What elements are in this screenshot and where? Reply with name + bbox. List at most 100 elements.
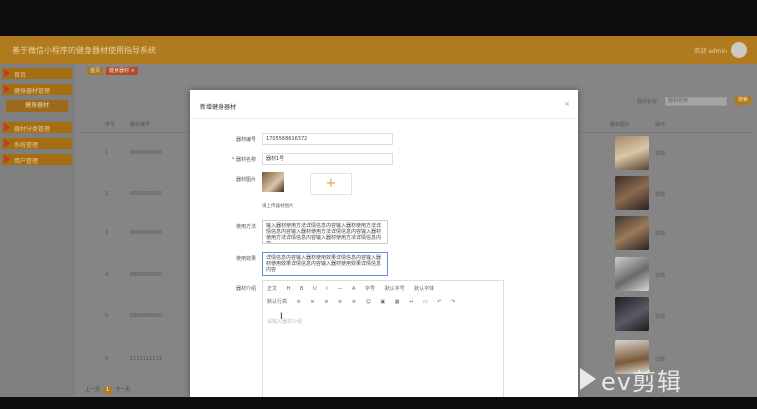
caret-right-icon [4, 85, 10, 93]
list-icon[interactable]: ≡ [338, 299, 342, 305]
dialog-title: 新增健身器材 [200, 104, 237, 111]
font-color-button[interactable]: A [352, 286, 355, 292]
column-header-code[interactable]: 器材编号 [130, 121, 150, 128]
bold-button[interactable]: B [300, 286, 303, 292]
image-icon[interactable]: ▣ [380, 299, 385, 305]
equipment-thumbnail[interactable] [615, 136, 649, 170]
usage-textarea[interactable]: 输入器材使用方法详情信息内容输入器材使用方法详情信息内容输入器材使用方法详情信息… [262, 220, 388, 244]
table-row-code: 1111111111 [130, 356, 162, 362]
table-row-code: 0000000000 [130, 272, 162, 278]
editor-toolbar: 正文 H B U I — A 字号 默认字号 默认字体 默认行高 ≡ ≡ ≡ ≡… [267, 285, 501, 311]
sidebar-item-label: 用户管理 [14, 158, 39, 165]
heading-button[interactable]: H [287, 286, 291, 292]
table-row-no: 2 [105, 191, 109, 197]
effect-textarea[interactable]: 详情信息内容输入器材使用效果详情信息内容输入器材使用效果详情信息内容输入器材使用… [262, 252, 388, 276]
uploaded-image-preview[interactable] [262, 172, 284, 192]
code-label: 器材编号 [235, 137, 256, 143]
close-icon[interactable]: × [564, 100, 570, 108]
equipment-thumbnail[interactable] [615, 257, 649, 291]
ordered-list-icon[interactable]: ≡ [352, 299, 356, 305]
table-row-no: 1 [105, 150, 109, 156]
table-row-code: 0000000000 [130, 230, 162, 236]
redo-icon[interactable]: ↷ [451, 299, 455, 305]
search-button[interactable]: 搜索 [735, 96, 751, 105]
play-logo-icon [580, 368, 596, 390]
editor-placeholder: 请输入器材介绍 [267, 319, 303, 325]
watermark-text: ev剪辑 [601, 368, 682, 396]
detail-link[interactable]: 详情 [655, 230, 665, 237]
avatar[interactable] [731, 42, 747, 58]
tab-home[interactable]: 首页 [87, 67, 104, 75]
sidebar-item-home[interactable]: 首页 [2, 68, 72, 79]
align-left-icon[interactable]: ≡ [297, 299, 301, 305]
rich-text-editor[interactable]: 正文 H B U I — A 字号 默认字号 默认字体 默认行高 ≡ ≡ ≡ ≡… [262, 280, 504, 399]
caret-right-icon [4, 155, 10, 163]
default-font-dropdown[interactable]: 默认字体 [414, 285, 434, 292]
undo-icon[interactable]: ↶ [437, 299, 441, 305]
equipment-thumbnail[interactable] [615, 216, 649, 250]
page-1-button[interactable]: 1 [103, 387, 112, 394]
sidebar-subitem-equipment[interactable]: 健身器材 [6, 100, 68, 112]
paragraph-style-dropdown[interactable]: 正文 [267, 285, 277, 292]
video-letterbox-top [0, 0, 757, 36]
column-header-actions[interactable]: 操作 [655, 121, 665, 128]
table-row-no: 6 [105, 356, 109, 362]
tab-equipment[interactable]: 健身器材 × [106, 67, 138, 75]
search-label: 器材名称 [637, 99, 658, 105]
sidebar-item-label: 首页 [14, 72, 27, 79]
video-letterbox-bottom [0, 397, 757, 409]
underline-button[interactable]: U [313, 286, 317, 292]
search-input[interactable]: 器材名称 [665, 97, 727, 106]
table-row-no: 3 [105, 230, 109, 236]
pagination: 上一页 1 下一页 [85, 386, 130, 394]
align-right-icon[interactable]: ≡ [324, 299, 328, 305]
line-height-dropdown[interactable]: 默认行高 [267, 298, 287, 305]
detail-link[interactable]: 详情 [655, 272, 665, 279]
detail-link[interactable]: 详情 [655, 150, 665, 157]
italic-button[interactable]: I [326, 286, 327, 292]
next-page-button[interactable]: 下一页 [115, 387, 130, 393]
table-row-no: 4 [105, 272, 109, 278]
divider-icon[interactable]: ▭ [423, 299, 428, 305]
caret-right-icon [4, 139, 10, 147]
usage-label: 使用方法 [235, 224, 256, 230]
equipment-thumbnail[interactable] [615, 176, 649, 210]
name-label: * 器材名称 [231, 157, 256, 163]
user-greeting[interactable]: 欢迎 admin [694, 46, 727, 55]
default-size-dropdown[interactable]: 默认字号 [385, 285, 405, 292]
sidebar-item-system-mgmt[interactable]: 系统管理 [2, 138, 72, 149]
effect-label: 使用效果 [235, 256, 256, 262]
table-icon[interactable]: ▦ [395, 299, 400, 305]
table-row-code: 0000000000 [130, 313, 162, 319]
font-size-button[interactable]: 字号 [365, 285, 375, 292]
sidebar-item-category-mgmt[interactable]: 器材分类管理 [2, 122, 72, 133]
app-header: 基于微信小程序的健身器材使用指导系统 欢迎 admin [0, 36, 757, 64]
sidebar: 首页 健身器材管理 健身器材 器材分类管理 系统管理 用户管理 [0, 64, 75, 397]
add-image-icon[interactable]: + [310, 173, 352, 195]
image-label: 器材图片 [235, 177, 256, 183]
dialog-divider [190, 118, 578, 119]
column-header-no[interactable]: 序号 [105, 121, 115, 128]
sidebar-item-equipment-mgmt[interactable]: 健身器材管理 [2, 84, 72, 95]
upload-hint: 请上传器材图片 [262, 204, 294, 209]
intro-label: 器材介绍 [235, 286, 256, 292]
strikethrough-button[interactable]: — [337, 286, 342, 292]
caret-right-icon [4, 69, 10, 77]
detail-link[interactable]: 详情 [655, 313, 665, 320]
column-header-image[interactable]: 器材图片 [610, 121, 630, 128]
sidebar-item-label: 器材分类管理 [14, 126, 51, 133]
detail-link[interactable]: 详情 [655, 191, 665, 198]
add-equipment-dialog: 新增健身器材 × 器材编号 1705568616372 * 器材名称 器材1号 … [190, 90, 578, 399]
text-cursor-icon: I [280, 312, 283, 322]
align-center-icon[interactable]: ≡ [310, 299, 314, 305]
table-row-code: 0000000000 [130, 150, 162, 156]
name-field[interactable]: 器材1号 [262, 153, 393, 165]
app-title: 基于微信小程序的健身器材使用指导系统 [12, 46, 156, 55]
prev-page-button[interactable]: 上一页 [85, 387, 100, 393]
code-field[interactable]: 1705568616372 [262, 133, 393, 145]
caret-right-icon [4, 123, 10, 131]
code-icon[interactable]: ↔ [409, 299, 413, 305]
sidebar-item-user-mgmt[interactable]: 用户管理 [2, 154, 72, 165]
equipment-thumbnail[interactable] [615, 297, 649, 331]
emoji-icon[interactable]: ☺ [366, 299, 371, 305]
